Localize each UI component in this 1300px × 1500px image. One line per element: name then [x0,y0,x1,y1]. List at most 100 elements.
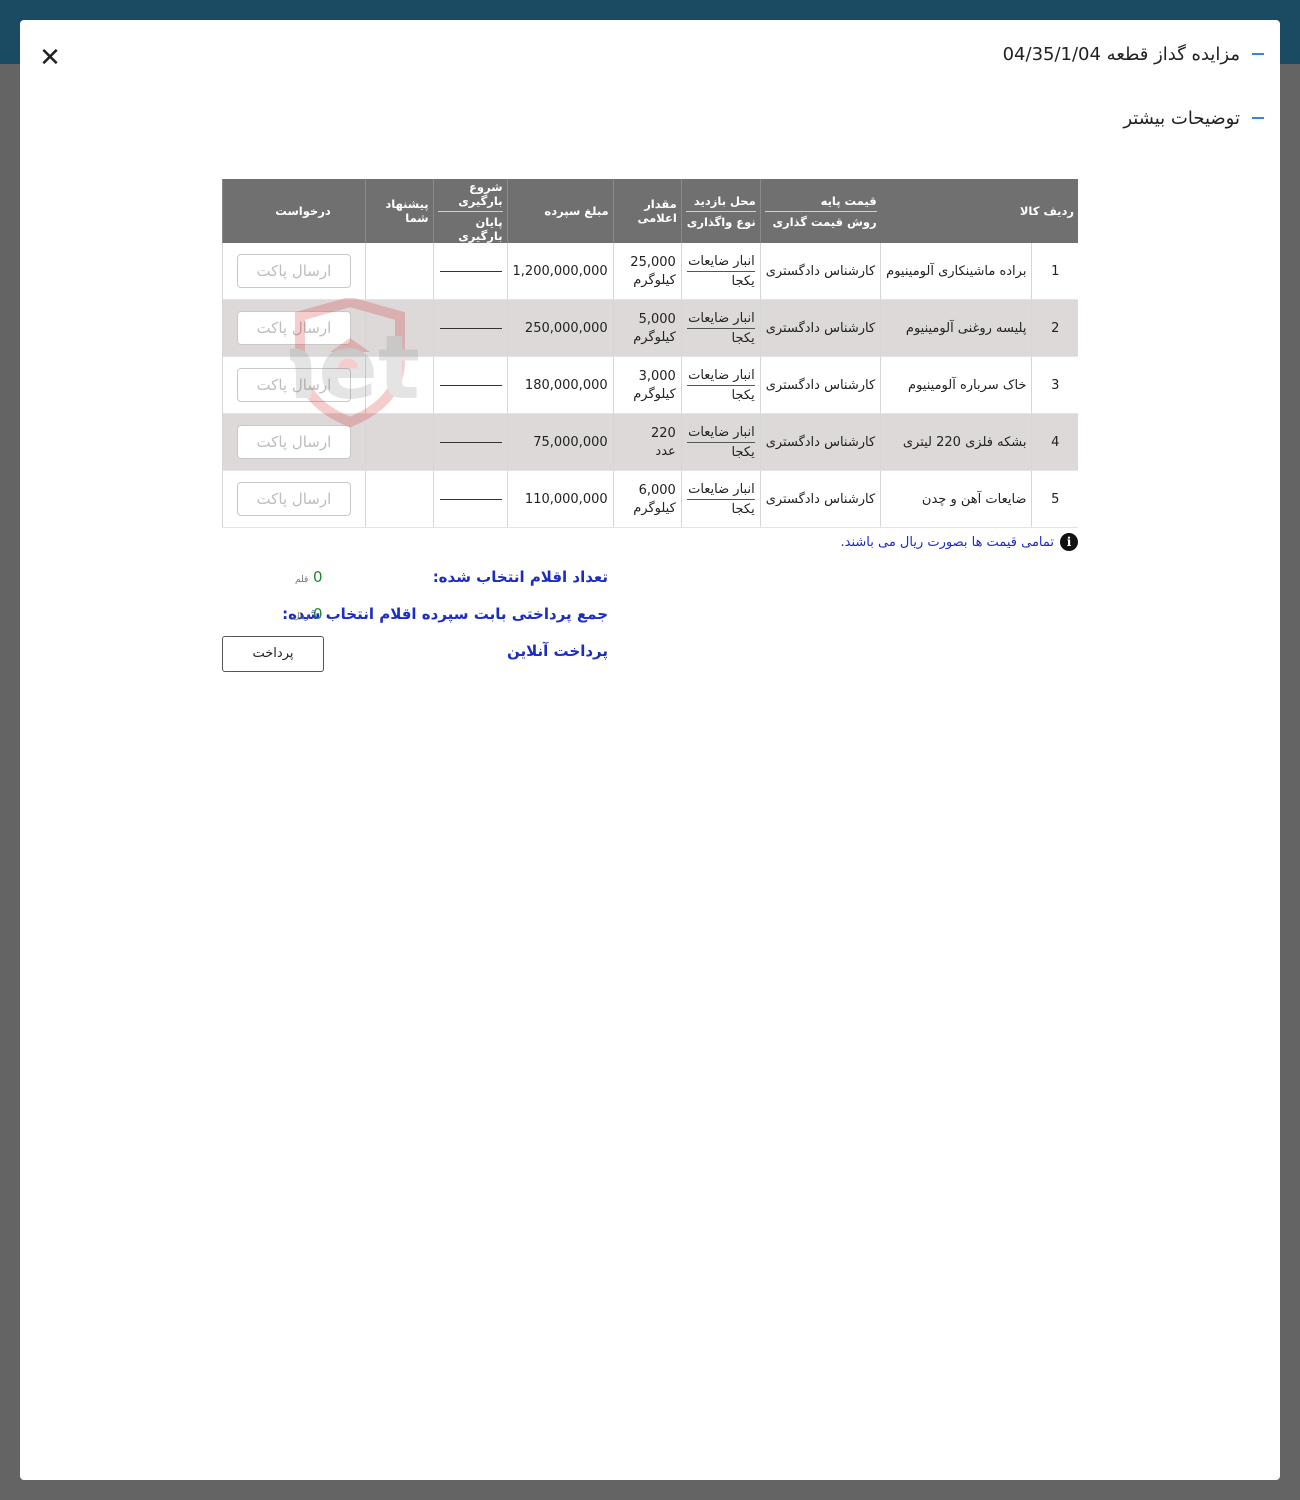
row-request: ارسال پاکت [222,470,366,528]
row-number: 1 [1031,243,1078,300]
row-item-name: پلیسه روغنی آلومینیوم [880,299,1032,357]
row-quantity-unit: کیلوگرم [633,386,676,402]
row-number: 3 [1031,356,1078,414]
title-dash-icon [1252,53,1264,55]
header-deposit: مبلغ سپرده [506,179,614,243]
row-assignment-type: یکجا [731,444,755,460]
row-quantity-unit: کیلوگرم [633,500,676,516]
header-assignment-type: نوع واگذاری [685,210,756,229]
row-your-offer [364,299,434,357]
selected-count-unit: قلم [295,575,309,585]
row-assignment-type: یکجا [731,387,755,403]
send-envelope-button[interactable]: ارسال پاکت [236,482,351,516]
row-location-type: انبار ضایعات یکجا [680,243,761,300]
row-location-type: انبار ضایعات یکجا [680,299,761,357]
table-row: 2 پلیسه روغنی آلومینیوم کارشناس دادگستری… [222,299,1078,357]
row-request: ارسال پاکت [222,413,366,471]
row-your-offer [364,413,434,471]
row-loading-period [432,356,508,414]
row-loading-period [432,413,508,471]
row-item-name: ضایعات آهن و چدن [880,470,1032,528]
header-loading-start: شروع بارگیری [458,179,503,208]
header-item: کالا [1019,204,1040,218]
row-assignment-type: یکجا [731,501,755,517]
row-visit-location: انبار ضایعات [686,311,755,329]
row-quantity: 6,000 [638,482,676,498]
header-row: ردیف [1043,204,1074,218]
row-your-offer [364,243,434,300]
send-envelope-button[interactable]: ارسال پاکت [236,425,351,459]
row-item-name: خاک سرباره آلومینیوم [880,356,1032,414]
row-visit-location: انبار ضایعات [686,425,755,443]
row-quantity-unit: کیلوگرم [633,329,676,345]
row-loading-period [432,470,508,528]
row-request: ارسال پاکت [222,299,366,357]
row-deposit: 1,200,000,000 [506,243,614,300]
info-icon: i [1060,533,1078,551]
price-note-text: تمامی قیمت ها بصورت ریال می باشند. [840,534,1055,550]
row-declared-amount: 220 عدد [612,413,682,471]
send-envelope-button[interactable]: ارسال پاکت [236,368,351,402]
pay-button[interactable]: پرداخت [222,636,324,672]
row-pricing-method: کارشناس دادگستری [759,470,881,528]
header-base-price: قیمت پایه روش قیمت گذاری [759,179,881,243]
row-request: ارسال پاکت [222,243,366,300]
row-deposit: 250,000,000 [506,299,614,357]
empty-dash [439,441,502,443]
send-envelope-button[interactable]: ارسال پاکت [236,254,351,288]
send-envelope-button[interactable]: ارسال پاکت [236,311,351,345]
row-declared-amount: 5,000 کیلوگرم [612,299,682,357]
total-deposit-unit: ریال [293,612,310,622]
total-deposit-label: جمع پرداختی بابت سپرده اقلام انتخاب شده: [282,605,608,623]
row-assignment-type: یکجا [731,273,755,289]
row-loading-period [432,299,508,357]
table-row: 5 ضایعات آهن و چدن کارشناس دادگستری انبا… [222,470,1078,528]
section-dash-icon [1252,117,1264,119]
row-pricing-method: کارشناس دادگستری [759,299,881,357]
header-your-offer: پیشنهاد شما [364,179,434,243]
modal-title-row: مزایده گداز قطعه 04/35/1/04 [1003,42,1264,66]
table-header-row: ردیف کالا قیمت پایه روش قیمت گذاری محل ب… [222,179,1078,243]
row-quantity: 5,000 [638,311,676,327]
row-quantity-unit: کیلوگرم [633,272,676,288]
table-row: 4 بشکه فلزی 220 لیتری کارشناس دادگستری ا… [222,413,1078,471]
row-your-offer [364,356,434,414]
row-pricing-method: کارشناس دادگستری [759,356,881,414]
row-declared-amount: 25,000 کیلوگرم [612,243,682,300]
section-title: توضیحات بیشتر [1123,107,1240,129]
header-base-price-label: قیمت پایه [820,193,877,208]
header-pricing-method: روش قیمت گذاری [764,210,877,229]
auction-items-table: ردیف کالا قیمت پایه روش قیمت گذاری محل ب… [222,179,1078,528]
close-icon[interactable]: ✕ [38,45,62,71]
row-quantity: 3,000 [638,368,676,384]
header-row-item: ردیف کالا [880,179,1078,243]
header-request: درخواست [222,179,366,243]
row-location-type: انبار ضایعات یکجا [680,413,761,471]
price-note: i تمامی قیمت ها بصورت ریال می باشند. [235,531,1078,553]
online-payment-label: پرداخت آنلاین [506,642,608,660]
selected-count-value: 0 [313,568,323,586]
row-item-name: بشکه فلزی 220 لیتری [880,413,1032,471]
row-declared-amount: 3,000 کیلوگرم [612,356,682,414]
selected-count-label: تعداد اقلام انتخاب شده: [432,568,608,586]
row-visit-location: انبار ضایعات [686,254,755,272]
modal-title: مزایده گداز قطعه 04/35/1/04 [1002,43,1240,65]
row-declared-amount: 6,000 کیلوگرم [612,470,682,528]
row-assignment-type: یکجا [731,330,755,346]
header-visit-location: محل بازدید نوع واگذاری [680,179,761,243]
total-deposit-value: 0 [313,605,323,623]
auction-details-modal: ✕ مزایده گداز قطعه 04/35/1/04 توضیحات بی… [20,20,1280,1480]
row-quantity: 220 [650,425,676,441]
table-row: 3 خاک سرباره آلومینیوم کارشناس دادگستری … [222,356,1078,414]
row-pricing-method: کارشناس دادگستری [759,243,881,300]
empty-dash [439,270,502,272]
row-request: ارسال پاکت [222,356,366,414]
section-title-row: توضیحات بیشتر [1123,106,1264,130]
empty-dash [439,384,502,386]
row-item-name: براده ماشینکاری آلومینیوم [880,243,1032,300]
row-location-type: انبار ضایعات یکجا [680,470,761,528]
empty-dash [439,498,502,500]
row-quantity: 25,000 [630,254,676,270]
row-deposit: 110,000,000 [506,470,614,528]
empty-dash [439,327,502,329]
